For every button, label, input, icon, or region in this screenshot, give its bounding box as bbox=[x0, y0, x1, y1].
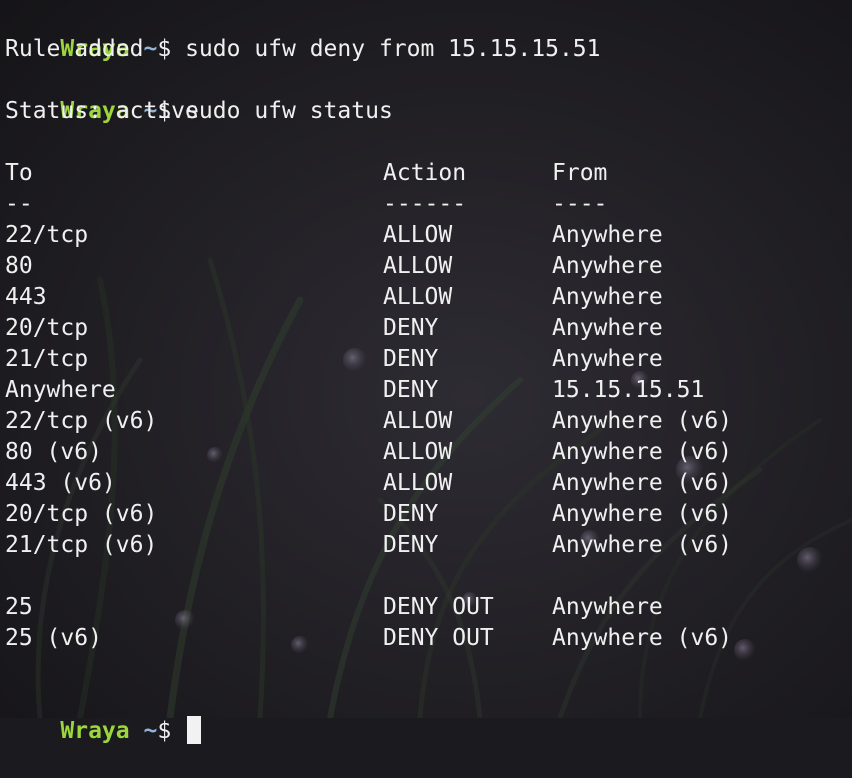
rule-to: 22/tcp (v6) bbox=[5, 408, 158, 434]
table-row: 25 (v6) DENY OUT Anywhere (v6) bbox=[5, 623, 732, 654]
command-text: sudo ufw deny from 15.15.15.51 bbox=[185, 36, 601, 62]
command-text: sudo ufw status bbox=[185, 98, 393, 124]
rule-from: Anywhere (v6) bbox=[552, 625, 733, 651]
separator-to: -- bbox=[5, 191, 33, 217]
prompt-symbol: $ bbox=[157, 36, 172, 62]
table-row: 20/tcp (v6) DENY Anywhere (v6) bbox=[5, 499, 732, 530]
rule-from: Anywhere bbox=[552, 222, 663, 248]
rule-action: ALLOW bbox=[383, 439, 453, 465]
table-row: 443 (v6) ALLOW Anywhere (v6) bbox=[5, 468, 732, 499]
table-header: To Action From bbox=[5, 158, 607, 189]
rule-action: DENY bbox=[383, 346, 439, 372]
column-header-to: To bbox=[5, 160, 33, 186]
rule-action: DENY bbox=[383, 315, 439, 341]
rule-action: ALLOW bbox=[383, 222, 453, 248]
rule-action: ALLOW bbox=[383, 408, 453, 434]
rule-to: 80 bbox=[5, 253, 33, 279]
prompt-user: Wraya bbox=[60, 718, 130, 744]
rule-from: Anywhere (v6) bbox=[552, 408, 733, 434]
rule-to: Anywhere bbox=[5, 377, 116, 403]
rule-from: Anywhere bbox=[552, 315, 663, 341]
output-line: Rule added bbox=[5, 36, 144, 62]
prompt-path: ~ bbox=[143, 36, 158, 62]
rule-action: ALLOW bbox=[383, 470, 453, 496]
prompt-path: ~ bbox=[143, 718, 158, 744]
prompt-line-1: Wraya ~$ sudo ufw deny from 15.15.15.51 bbox=[5, 3, 600, 62]
column-header-action: Action bbox=[383, 160, 467, 186]
table-row: 443 ALLOW Anywhere bbox=[5, 282, 663, 313]
rule-to: 443 bbox=[5, 284, 47, 310]
rule-from: Anywhere (v6) bbox=[552, 470, 733, 496]
rule-to: 21/tcp (v6) bbox=[5, 532, 158, 558]
table-row: 20/tcp DENY Anywhere bbox=[5, 313, 663, 344]
rule-to: 25 bbox=[5, 594, 33, 620]
separator-from: ---- bbox=[552, 191, 608, 217]
text-cursor bbox=[187, 716, 202, 744]
prompt-symbol: $ bbox=[157, 718, 172, 744]
rule-action: DENY OUT bbox=[383, 625, 494, 651]
rule-action: ALLOW bbox=[383, 284, 453, 310]
rule-from: Anywhere (v6) bbox=[552, 501, 733, 527]
column-header-from: From bbox=[552, 160, 608, 186]
table-row: 22/tcp (v6) ALLOW Anywhere (v6) bbox=[5, 406, 732, 437]
rule-to: 20/tcp bbox=[5, 315, 89, 341]
rule-action: DENY bbox=[383, 532, 439, 558]
table-row: 80 (v6) ALLOW Anywhere (v6) bbox=[5, 437, 732, 468]
rule-from: Anywhere bbox=[552, 346, 663, 372]
separator-action: ------ bbox=[383, 191, 467, 217]
rule-from: Anywhere (v6) bbox=[552, 439, 733, 465]
rule-action: DENY OUT bbox=[383, 594, 494, 620]
table-row: 25 DENY OUT Anywhere bbox=[5, 592, 663, 623]
rule-action: DENY bbox=[383, 377, 439, 403]
rule-to: 25 (v6) bbox=[5, 625, 102, 651]
table-row: 80 ALLOW Anywhere bbox=[5, 251, 663, 282]
rule-to: 80 (v6) bbox=[5, 439, 102, 465]
rule-from: Anywhere (v6) bbox=[552, 532, 733, 558]
rule-to: 443 (v6) bbox=[5, 470, 116, 496]
terminal-window[interactable]: Wraya ~$ sudo ufw deny from 15.15.15.51 … bbox=[0, 0, 852, 744]
rule-from: Anywhere bbox=[552, 594, 663, 620]
rule-to: 22/tcp bbox=[5, 222, 89, 248]
rule-to: 20/tcp (v6) bbox=[5, 501, 158, 527]
rule-action: DENY bbox=[383, 501, 439, 527]
rule-to: 21/tcp bbox=[5, 346, 89, 372]
prompt-line-2: Wraya ~$ sudo ufw status bbox=[5, 65, 392, 124]
table-row: 21/tcp DENY Anywhere bbox=[5, 344, 663, 375]
rule-from: 15.15.15.51 bbox=[552, 377, 705, 403]
table-separator: -- ------ ---- bbox=[5, 189, 607, 220]
table-row: 22/tcp ALLOW Anywhere bbox=[5, 220, 663, 251]
status-line: Status: active bbox=[5, 98, 199, 124]
table-row: 21/tcp (v6) DENY Anywhere (v6) bbox=[5, 530, 732, 561]
prompt-line-3[interactable]: Wraya ~$ bbox=[5, 685, 202, 744]
table-row: Anywhere DENY 15.15.15.51 bbox=[5, 375, 704, 406]
rule-from: Anywhere bbox=[552, 253, 663, 279]
rule-from: Anywhere bbox=[552, 284, 663, 310]
rule-action: ALLOW bbox=[383, 253, 453, 279]
